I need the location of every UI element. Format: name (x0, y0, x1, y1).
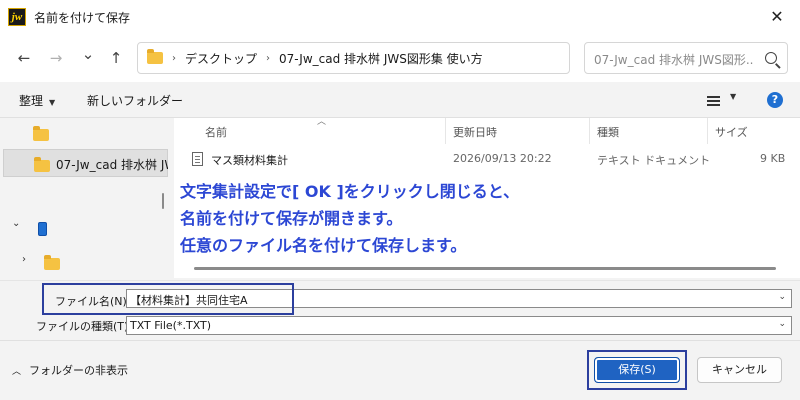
filetype-value: TXT File(*.TXT) (130, 319, 212, 332)
column-divider[interactable] (445, 118, 446, 144)
column-divider[interactable] (589, 118, 590, 144)
breadcrumb-desktop[interactable]: デスクトップ (185, 50, 257, 67)
horizontal-scrollbar[interactable] (194, 267, 776, 270)
annotation-line: 名前を付けて保存が開きます。 (180, 209, 403, 228)
view-caret-icon[interactable]: ▼ (730, 92, 736, 101)
sort-ascending-icon: ︿ (317, 117, 327, 127)
file-row[interactable]: マス類材料集計 2026/09/13 20:22 テキスト ドキュメント 9 K… (174, 148, 800, 170)
column-header-modified[interactable]: 更新日時 (453, 124, 497, 140)
view-list-icon[interactable] (707, 96, 720, 106)
search-icon[interactable] (765, 52, 777, 64)
navigation-pane: 07-Jw_cad 排水桝 JWS図形集 使い方 ⌄ › (0, 118, 172, 278)
folder-icon (34, 157, 50, 172)
annotation-line: 任意のファイル名を付けて保存します。 (180, 236, 467, 255)
window-title: 名前を付けて保存 (34, 11, 131, 25)
breadcrumb-current-folder[interactable]: 07-Jw_cad 排水桝 JWS図形集 使い方 (279, 50, 483, 67)
search-placeholder: 07-Jw_cad 排水桝 JWS図形... (594, 53, 754, 67)
new-folder-button[interactable]: 新しいフォルダー (87, 92, 183, 109)
forward-arrow-icon[interactable]: → (44, 46, 68, 70)
sidebar-item-label: 07-Jw_cad 排水桝 JWS図形集 使い方 (56, 158, 168, 172)
column-divider[interactable] (707, 118, 708, 144)
sidebar-scrollbar[interactable] (162, 193, 164, 209)
breadcrumb-separator-icon[interactable]: › (266, 53, 270, 64)
help-icon[interactable]: ? (767, 92, 783, 108)
sidebar-item-folder[interactable] (0, 119, 172, 147)
file-modified: 2026/09/13 20:22 (453, 152, 552, 165)
text-document-icon (192, 152, 203, 166)
save-fields: ファイル名(N): 【材料集計】共同住宅A ⌄ ファイルの種類(T): TXT … (0, 280, 800, 340)
search-input[interactable]: 07-Jw_cad 排水桝 JWS図形... (584, 42, 788, 74)
folder-icon (44, 255, 60, 270)
filetype-chevron-icon[interactable]: ⌄ (778, 319, 786, 329)
dialog-footer: ︿ フォルダーの非表示 保存(S) キャンセル (0, 340, 800, 400)
up-arrow-icon[interactable]: ↑ (104, 46, 128, 70)
annotation-line: 文字集計設定で[ OK ]をクリックし閉じると、 (180, 182, 520, 201)
filename-history-chevron-icon[interactable]: ⌄ (778, 292, 786, 302)
column-header-size[interactable]: サイズ (715, 124, 748, 140)
file-name: マス類材料集計 (211, 154, 288, 167)
column-header-type[interactable]: 種類 (597, 124, 619, 140)
hide-folders-label: フォルダーの非表示 (29, 364, 129, 377)
filetype-select[interactable]: TXT File(*.TXT) ⌄ (126, 316, 792, 335)
close-button[interactable]: ✕ (754, 0, 800, 34)
address-bar[interactable]: › デスクトップ › 07-Jw_cad 排水桝 JWS図形集 使い方 (137, 42, 570, 74)
jw-app-icon: jw (8, 8, 26, 26)
organize-button[interactable]: 整理 ▼ (19, 92, 55, 109)
chevron-up-icon: ︿ (12, 367, 22, 377)
title-bar: jw 名前を付けて保存 ✕ (0, 0, 800, 34)
collapse-chevron-icon[interactable]: › (22, 254, 26, 265)
sidebar-item-current-folder[interactable]: 07-Jw_cad 排水桝 JWS図形集 使い方 (3, 149, 168, 177)
navigation-bar: ← → ⌄ ↑ › デスクトップ › 07-Jw_cad 排水桝 JWS図形集 … (0, 34, 800, 82)
file-list: ︿ 名前 更新日時 種類 サイズ マス類材料集計 2026/09/13 20:2… (174, 117, 800, 278)
recent-locations-chevron-icon[interactable]: ⌄ (76, 42, 100, 66)
filetype-label: ファイルの種類(T): (36, 320, 133, 333)
column-header-name[interactable]: 名前 (205, 124, 227, 140)
cancel-button[interactable]: キャンセル (697, 357, 782, 383)
expand-chevron-icon[interactable]: ⌄ (12, 218, 20, 229)
hide-folders-toggle[interactable]: ︿ フォルダーの非表示 (12, 362, 128, 378)
instruction-annotation: 文字集計設定で[ OK ]をクリックし閉じると、 名前を付けて保存が開きます。 … (180, 178, 519, 259)
file-type: テキスト ドキュメント (597, 154, 711, 167)
file-size: 9 KB (760, 152, 786, 165)
command-toolbar: 整理 ▼ 新しいフォルダー ▼ ? (0, 82, 800, 118)
back-arrow-icon[interactable]: ← (12, 46, 36, 70)
save-button[interactable]: 保存(S) (594, 357, 680, 383)
organize-caret-icon: ▼ (49, 98, 56, 107)
device-icon (38, 222, 47, 236)
folder-icon (147, 49, 163, 64)
filename-highlight-box (42, 283, 294, 315)
breadcrumb-separator-icon[interactable]: › (172, 53, 176, 64)
organize-label: 整理 (19, 94, 44, 108)
folder-icon (33, 126, 49, 141)
